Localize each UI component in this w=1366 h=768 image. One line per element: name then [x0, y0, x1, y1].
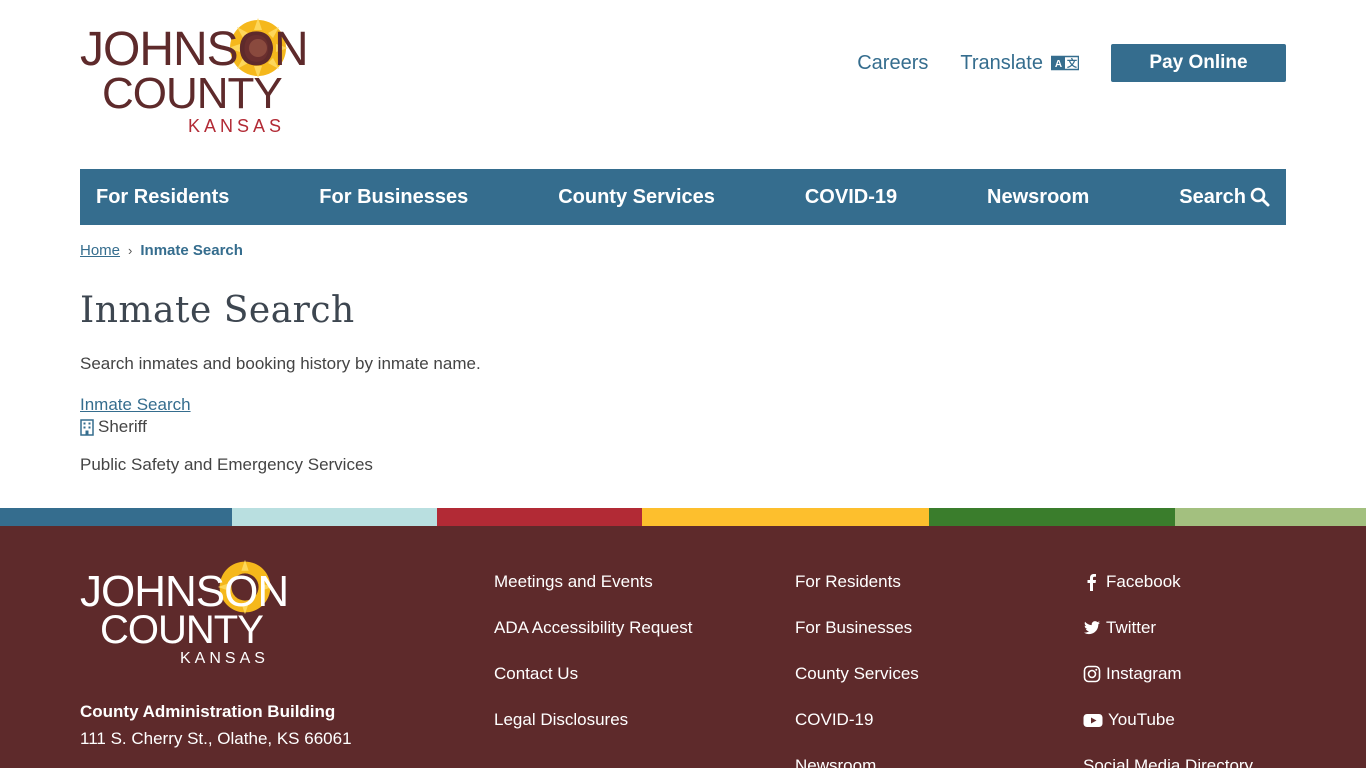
nav-item-newsroom[interactable]: Newsroom — [987, 186, 1089, 209]
logo-line-3: KANSAS — [188, 116, 286, 136]
translate-link[interactable]: Translate A 文 — [960, 52, 1079, 75]
stripe-segment — [232, 508, 437, 526]
nav-item-for-businesses[interactable]: For Businesses — [319, 186, 468, 209]
page-description: Search inmates and booking history by in… — [80, 354, 481, 373]
nav-item-county-services[interactable]: County Services — [558, 186, 715, 209]
nav-item-for-residents[interactable]: For Residents — [96, 186, 229, 209]
footer-link-facebook[interactable]: Facebook — [1083, 572, 1253, 618]
footer-link-contact[interactable]: Contact Us — [494, 664, 692, 710]
footer-link-legal[interactable]: Legal Disclosures — [494, 710, 692, 756]
department-name: Sheriff — [98, 417, 147, 436]
stripe-segment — [929, 508, 1175, 526]
department-line: Sheriff — [80, 417, 147, 437]
nav-search-label: Search — [1179, 185, 1246, 208]
logo-line-2: COUNTY — [102, 69, 283, 118]
svg-text:A: A — [1055, 59, 1062, 70]
footer-link-businesses[interactable]: For Businesses — [795, 618, 919, 664]
facebook-icon — [1087, 574, 1096, 591]
nav-item-search[interactable]: Search — [1179, 186, 1270, 209]
stripe-segment — [437, 508, 642, 526]
site-header: JOHNSON COUNTY KANSAS Careers Translate … — [80, 0, 1286, 169]
stripe-segment — [642, 508, 929, 526]
color-stripe — [0, 508, 1366, 526]
stripe-segment — [0, 508, 232, 526]
main-nav: For Residents For Businesses County Serv… — [80, 169, 1286, 225]
nav-item-covid-19[interactable]: COVID-19 — [805, 186, 897, 209]
site-footer: JOHNSON COUNTY KANSAS County Administrat… — [0, 526, 1366, 768]
breadcrumb-home[interactable]: Home — [80, 242, 120, 259]
pay-online-button[interactable]: Pay Online — [1111, 44, 1286, 82]
footer-link-residents[interactable]: For Residents — [795, 572, 919, 618]
address-title: County Administration Building — [80, 702, 336, 721]
translate-label: Translate — [960, 51, 1043, 74]
footer-link-twitter[interactable]: Twitter — [1083, 618, 1253, 664]
careers-link[interactable]: Careers — [857, 52, 928, 75]
translate-icon: A 文 — [1051, 55, 1079, 71]
footer-link-youtube[interactable]: YouTube — [1083, 710, 1253, 756]
breadcrumb-current: Inmate Search — [140, 242, 243, 259]
youtube-label: YouTube — [1108, 710, 1175, 729]
search-icon — [1250, 187, 1270, 207]
footer-link-ada[interactable]: ADA Accessibility Request — [494, 618, 692, 664]
footer-links-col-2: For Residents For Businesses County Serv… — [795, 572, 919, 768]
stripe-segment — [1175, 508, 1366, 526]
building-icon — [80, 418, 94, 436]
youtube-icon — [1083, 714, 1103, 727]
johnson-county-logo[interactable]: JOHNSON COUNTY KANSAS — [80, 16, 316, 136]
footer-link-instagram[interactable]: Instagram — [1083, 664, 1253, 710]
inmate-search-link[interactable]: Inmate Search — [80, 395, 191, 415]
footer-link-social-directory[interactable]: Social Media Directory — [1083, 756, 1253, 768]
instagram-icon — [1083, 665, 1101, 683]
address-line: 111 S. Cherry St., Olathe, KS 66061 — [80, 729, 352, 748]
utility-nav: Careers Translate A 文 Pay Online — [857, 44, 1286, 82]
twitter-icon — [1084, 621, 1100, 635]
instagram-label: Instagram — [1106, 664, 1182, 683]
footer-logo[interactable]: JOHNSON COUNTY KANSAS — [80, 558, 300, 668]
category-text: Public Safety and Emergency Services — [80, 455, 373, 474]
chevron-right-icon: › — [128, 243, 133, 258]
logo-line-1: JOHNSON — [80, 23, 309, 76]
footer-link-meetings[interactable]: Meetings and Events — [494, 572, 692, 618]
footer-social-col: Facebook Twitter Instagram YouTube Socia… — [1083, 572, 1253, 768]
footer-link-covid[interactable]: COVID-19 — [795, 710, 919, 756]
footer-logo-line-2: COUNTY — [100, 608, 264, 652]
svg-text:文: 文 — [1067, 57, 1078, 70]
breadcrumb: Home › Inmate Search — [80, 242, 243, 259]
footer-link-services[interactable]: County Services — [795, 664, 919, 710]
facebook-label: Facebook — [1106, 572, 1181, 591]
footer-links-col-1: Meetings and Events ADA Accessibility Re… — [494, 572, 692, 756]
footer-link-newsroom[interactable]: Newsroom — [795, 756, 919, 768]
page-title: Inmate Search — [80, 290, 355, 331]
twitter-label: Twitter — [1106, 618, 1157, 637]
footer-logo-line-3: KANSAS — [180, 650, 269, 667]
